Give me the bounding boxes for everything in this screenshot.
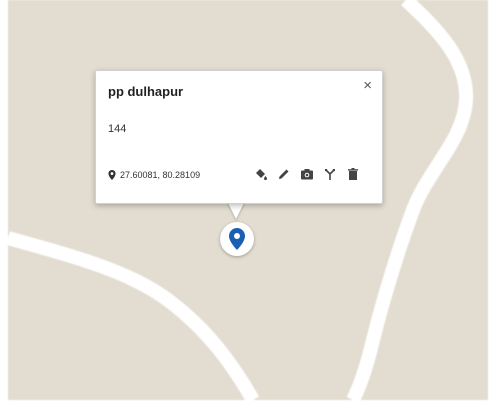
place-title: pp dulhapur xyxy=(108,84,184,99)
close-button[interactable]: × xyxy=(363,77,372,94)
map-pin-icon xyxy=(229,228,245,250)
delete-icon[interactable] xyxy=(346,167,360,181)
location-pin-icon xyxy=(108,170,116,180)
info-window: pp dulhapur × 144 27.60081, 80.28109 xyxy=(95,70,383,204)
fill-color-icon[interactable] xyxy=(254,167,268,181)
map-screenshot: pp dulhapur × 144 27.60081, 80.28109 xyxy=(0,0,490,405)
info-toolbar xyxy=(254,167,360,181)
directions-icon[interactable] xyxy=(323,167,337,181)
coordinates-row: 27.60081, 80.28109 xyxy=(108,170,200,180)
map-marker[interactable] xyxy=(220,222,254,256)
camera-icon[interactable] xyxy=(300,167,314,181)
edit-pencil-icon[interactable] xyxy=(277,167,291,181)
place-description: 144 xyxy=(108,123,127,135)
coordinates-text: 27.60081, 80.28109 xyxy=(120,170,201,180)
